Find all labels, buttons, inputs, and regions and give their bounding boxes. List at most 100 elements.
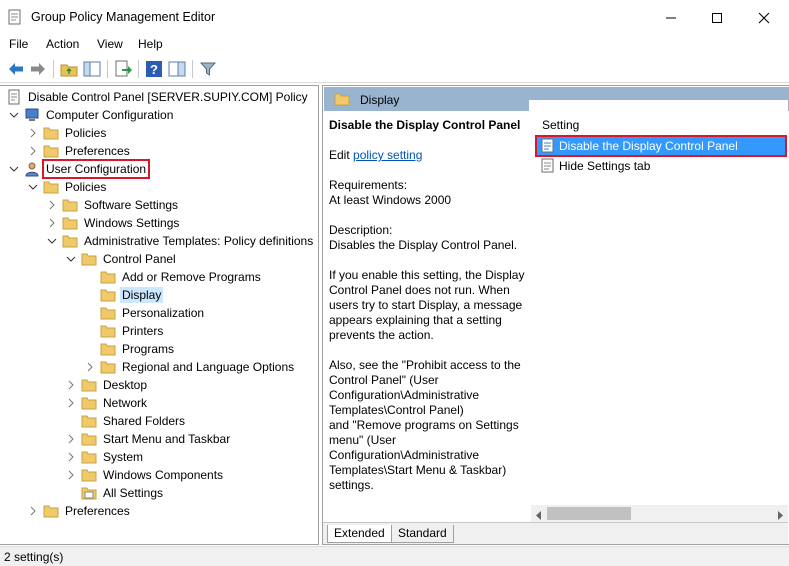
- folder-icon: [81, 413, 97, 429]
- requirements-value: At least Windows 2000: [329, 193, 452, 207]
- tab-standard[interactable]: Standard: [391, 525, 454, 543]
- folder-icon: [62, 233, 78, 249]
- chevron-right-icon[interactable]: [46, 198, 58, 212]
- tree-item-label: Control Panel: [103, 252, 176, 266]
- toolbar-separator: [192, 60, 193, 78]
- tree-item-label: Policies: [65, 126, 107, 140]
- tree-item-label: Display: [120, 287, 164, 303]
- tree-item-label: Windows Components: [103, 468, 224, 482]
- description-paragraph-2a: Also, see the "Prohibit access to the Co…: [329, 358, 521, 417]
- description-label: Description:: [329, 223, 393, 237]
- setting-label: Hide Settings tab: [559, 159, 651, 173]
- folder-icon: [43, 125, 59, 141]
- tree-item-label: User Configuration: [41, 159, 151, 179]
- tree-item-label: Desktop: [103, 378, 148, 392]
- view-tabs: Extended Standard: [323, 522, 788, 544]
- folder-icon: [62, 215, 78, 231]
- tree-item-label: Personalization: [122, 306, 205, 320]
- up-folder-icon[interactable]: [59, 59, 79, 79]
- chevron-down-icon[interactable]: [46, 234, 58, 248]
- tree-item-label: Programs: [122, 342, 175, 356]
- window-title: Group Policy Management Editor: [31, 10, 216, 24]
- help-icon[interactable]: ?: [144, 59, 164, 79]
- maximize-button[interactable]: [694, 0, 740, 34]
- details-header-title: Display: [360, 93, 400, 107]
- back-arrow-icon[interactable]: [6, 59, 26, 79]
- tree-item-label: Regional and Language Options: [122, 360, 295, 374]
- tree-item-label: Computer Configuration: [46, 108, 174, 122]
- tree-item-label: Start Menu and Taskbar: [103, 432, 231, 446]
- folder-icon: [81, 251, 97, 267]
- folder-icon: [100, 269, 116, 285]
- chevron-right-icon[interactable]: [65, 450, 77, 464]
- folder-open-icon: [334, 91, 352, 110]
- folder-icon: [100, 305, 116, 321]
- user-icon: [24, 161, 40, 177]
- tree-item-label: Windows Settings: [84, 216, 180, 230]
- details-pane: Display Disable the Display Control Pane…: [322, 85, 789, 545]
- toolbar-separator: [138, 60, 139, 78]
- folder-icon: [43, 179, 59, 195]
- tree-item-label: Add or Remove Programs: [122, 270, 261, 284]
- show-hide-tree-icon[interactable]: [82, 59, 102, 79]
- horizontal-scrollbar[interactable]: [531, 505, 788, 522]
- chevron-right-icon[interactable]: [27, 126, 39, 140]
- folder-icon: [81, 467, 97, 483]
- chevron-right-icon[interactable]: [27, 144, 39, 158]
- chevron-right-icon[interactable]: [65, 432, 77, 446]
- edit-prefix: Edit: [329, 148, 354, 162]
- toolbar-separator: [107, 60, 108, 78]
- setting-row-hide-settings-tab[interactable]: Hide Settings tab: [537, 157, 785, 175]
- description-value: Disables the Display Control Panel.: [329, 238, 518, 252]
- description-paragraph-1: If you enable this setting, the Display …: [329, 268, 525, 342]
- tree-item-label: Administrative Templates: Policy definit…: [84, 234, 314, 248]
- policy-setting-icon: [541, 158, 555, 177]
- status-bar: 2 setting(s): [0, 546, 789, 566]
- computer-icon: [24, 107, 40, 123]
- scrollbar-thumb[interactable]: [547, 507, 631, 520]
- menu-file[interactable]: File: [9, 37, 28, 51]
- minimize-button[interactable]: [648, 0, 694, 34]
- policy-setting-link[interactable]: policy setting: [353, 148, 422, 162]
- tree-item-label: System: [103, 450, 144, 464]
- export-list-icon[interactable]: [113, 59, 133, 79]
- properties-pane-icon[interactable]: [167, 59, 187, 79]
- chevron-down-icon[interactable]: [27, 180, 39, 194]
- svg-text:?: ?: [150, 62, 158, 77]
- status-text: 2 setting(s): [4, 550, 64, 564]
- folder-icon: [100, 323, 116, 339]
- menu-action[interactable]: Action: [46, 37, 79, 51]
- tree-item-label: Preferences: [65, 504, 130, 518]
- policy-setting-icon: [541, 138, 555, 157]
- tree-item-label: Preferences: [65, 144, 130, 158]
- tree-item-label: All Settings: [103, 486, 164, 500]
- scroll-right-icon[interactable]: [776, 509, 784, 523]
- scroll-left-icon[interactable]: [535, 509, 543, 523]
- forward-arrow-icon[interactable]: [28, 59, 48, 79]
- chevron-right-icon[interactable]: [65, 396, 77, 410]
- tab-extended[interactable]: Extended: [327, 525, 392, 543]
- tree-item-label: Network: [103, 396, 148, 410]
- folder-icon: [43, 143, 59, 159]
- all-settings-icon: [81, 485, 97, 501]
- folder-icon: [43, 503, 59, 519]
- chevron-right-icon[interactable]: [46, 216, 58, 230]
- chevron-right-icon[interactable]: [65, 378, 77, 392]
- folder-icon: [62, 197, 78, 213]
- chevron-right-icon[interactable]: [65, 468, 77, 482]
- menu-bar: File Action View Help: [0, 34, 789, 54]
- menu-help[interactable]: Help: [138, 37, 163, 51]
- menu-view[interactable]: View: [97, 37, 123, 51]
- close-button[interactable]: [741, 0, 787, 34]
- setting-column-header[interactable]: Setting: [542, 118, 579, 132]
- chevron-down-icon[interactable]: [8, 108, 20, 122]
- tree-item-label: Shared Folders: [103, 414, 186, 428]
- extended-description: Disable the Display Control Panel Edit p…: [329, 118, 529, 493]
- filter-icon[interactable]: [198, 59, 218, 79]
- chevron-right-icon[interactable]: [84, 360, 96, 374]
- chevron-down-icon[interactable]: [65, 252, 77, 266]
- toolbar: ?: [0, 55, 789, 83]
- setting-row-disable-display[interactable]: Disable the Display Control Panel: [535, 135, 787, 157]
- chevron-right-icon[interactable]: [27, 504, 39, 518]
- chevron-down-icon[interactable]: [8, 162, 20, 176]
